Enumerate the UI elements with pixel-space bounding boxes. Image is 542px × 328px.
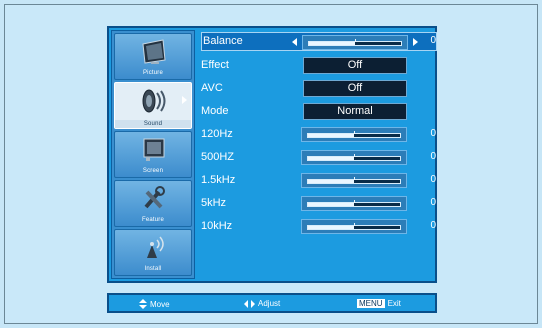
mode-value[interactable]: Normal	[303, 103, 407, 120]
screen-icon	[143, 138, 165, 161]
eq-slider[interactable]	[301, 219, 407, 234]
balance-slider[interactable]	[302, 35, 408, 50]
exit-hint: MENU Exit	[357, 299, 401, 308]
slider-track	[307, 223, 401, 230]
arrow-right-icon[interactable]	[413, 38, 418, 46]
eq-row-120hz[interactable]: 120Hz 0	[201, 125, 437, 144]
arrow-left-icon[interactable]	[292, 38, 297, 46]
balance-label: Balance	[203, 35, 243, 47]
sidebar-item-install[interactable]: Install	[114, 229, 192, 276]
sidebar-item-screen[interactable]: Screen	[114, 131, 192, 178]
submenu-arrow-icon	[182, 96, 187, 104]
balance-value: 0	[430, 35, 436, 46]
eq-label: 10kHz	[201, 220, 233, 232]
slider-center-tick	[354, 131, 355, 134]
feature-icon	[144, 186, 165, 209]
slider-center-tick	[355, 39, 356, 42]
eq-value: 0	[430, 220, 436, 231]
eq-value: 0	[430, 174, 436, 185]
eq-row-10khz[interactable]: 10kHz 0	[201, 217, 437, 236]
eq-value: 0	[430, 128, 436, 139]
move-label: Move	[150, 299, 170, 309]
slider-track	[308, 39, 402, 46]
exit-label: Exit	[387, 299, 401, 308]
slider-fill	[308, 226, 354, 229]
slider-center-tick	[354, 177, 355, 180]
eq-label: 5kHz	[201, 197, 227, 209]
picture-icon	[142, 39, 166, 64]
slider-track	[307, 131, 401, 138]
sidebar-item-label: Install	[144, 266, 162, 272]
slider-fill	[308, 157, 354, 160]
eq-slider[interactable]	[301, 127, 407, 142]
eq-label: 120Hz	[201, 128, 233, 140]
sidebar-item-label: Feature	[141, 217, 165, 223]
effect-row[interactable]: Effect Off	[201, 56, 437, 75]
sidebar-item-label: Picture	[142, 70, 164, 76]
slider-center-tick	[354, 223, 355, 226]
effect-label: Effect	[201, 59, 229, 71]
avc-value[interactable]: Off	[303, 80, 407, 97]
eq-row-500hz[interactable]: 500HZ 0	[201, 148, 437, 167]
slider-track	[307, 200, 401, 207]
menu-key-badge: MENU	[357, 299, 385, 308]
slider-center-tick	[354, 154, 355, 157]
sidebar-item-label: Sound	[115, 120, 191, 128]
slider-track	[307, 154, 401, 161]
install-icon	[147, 236, 164, 258]
slider-fill	[309, 42, 355, 45]
mode-row[interactable]: Mode Normal	[201, 102, 437, 121]
move-hint: Move	[139, 299, 170, 309]
sidebar-item-sound[interactable]: Sound	[114, 82, 192, 129]
sound-icon	[142, 89, 166, 113]
adjust-hint: Adjust	[244, 299, 280, 308]
effect-value[interactable]: Off	[303, 57, 407, 74]
eq-value: 0	[430, 197, 436, 208]
eq-row-1-5khz[interactable]: 1.5kHz 0	[201, 171, 437, 190]
help-footer: Move Adjust MENU Exit	[107, 293, 437, 313]
slider-fill	[308, 134, 354, 137]
slider-center-tick	[354, 200, 355, 203]
sidebar-item-feature[interactable]: Feature	[114, 180, 192, 227]
slider-fill	[308, 203, 354, 206]
eq-label: 1.5kHz	[201, 174, 236, 186]
adjust-label: Adjust	[258, 299, 281, 308]
slider-fill	[308, 180, 354, 183]
avc-label: AVC	[201, 82, 223, 94]
category-sidebar: Picture Sound Screen Feature Install	[111, 30, 195, 279]
up-down-arrows-icon	[139, 299, 147, 309]
left-right-arrows-icon	[244, 299, 255, 308]
sidebar-item-picture[interactable]: Picture	[114, 33, 192, 80]
sound-osd-panel: Picture Sound Screen Feature Install Bal…	[107, 26, 437, 283]
sidebar-item-label: Screen	[142, 168, 164, 174]
eq-slider[interactable]	[301, 150, 407, 165]
eq-slider[interactable]	[301, 173, 407, 188]
avc-row[interactable]: AVC Off	[201, 79, 437, 98]
eq-value: 0	[430, 151, 436, 162]
slider-track	[307, 177, 401, 184]
eq-slider[interactable]	[301, 196, 407, 211]
eq-label: 500HZ	[201, 151, 235, 163]
eq-row-5khz[interactable]: 5kHz 0	[201, 194, 437, 213]
mode-label: Mode	[201, 105, 229, 117]
balance-row[interactable]: Balance 0	[201, 32, 437, 51]
